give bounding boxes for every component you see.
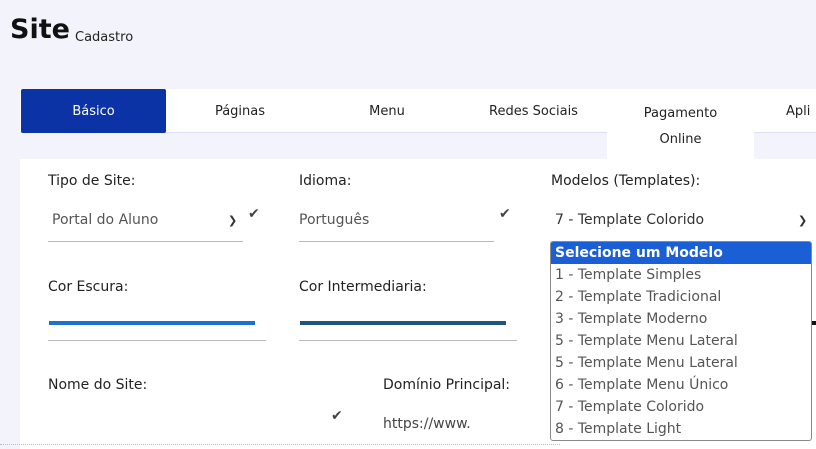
tab-menu[interactable]: Menu (314, 89, 460, 133)
tipo-site-underline (48, 241, 243, 242)
dropdown-option[interactable]: 5 - Template Menu Lateral (551, 352, 811, 374)
divider (0, 444, 560, 446)
check-icon: ✔ (331, 408, 343, 424)
cor-escura-underline (48, 340, 266, 341)
cor-intermediaria-label: Cor Intermediaria: (299, 279, 427, 295)
idioma-label: Idioma: (299, 173, 352, 189)
chevron-down-icon[interactable]: ❯ (798, 214, 807, 227)
dominio-input[interactable]: https://www. (383, 416, 471, 432)
cor-intermediaria-swatch[interactable] (300, 321, 506, 325)
cor-intermediaria-underline (299, 340, 517, 341)
dropdown-option[interactable]: 1 - Template Simples (551, 264, 811, 286)
tab-bar: Básico Páginas Menu Redes Sociais Pagame… (20, 89, 816, 159)
modelos-label: Modelos (Templates): (551, 173, 701, 189)
tipo-site-label: Tipo de Site: (48, 173, 136, 189)
nome-site-label: Nome do Site: (48, 377, 148, 393)
chevron-down-icon[interactable]: ❯ (228, 214, 237, 227)
dropdown-option[interactable]: 2 - Template Tradicional (551, 286, 811, 308)
cor-escura-label: Cor Escura: (48, 279, 129, 295)
dropdown-option[interactable]: 8 - Template Light (551, 418, 811, 440)
tab-basico[interactable]: Básico (21, 89, 166, 133)
check-icon: ✔ (499, 206, 511, 222)
template-dropdown-list[interactable]: Selecione um Modelo 1 - Template Simples… (550, 241, 812, 441)
idioma-underline (299, 241, 494, 242)
modelos-select[interactable]: 7 - Template Colorido (555, 212, 704, 228)
dropdown-option[interactable]: 7 - Template Colorido (551, 396, 811, 418)
cor-clara-swatch[interactable] (812, 321, 816, 325)
check-icon: ✔ (248, 206, 260, 222)
dropdown-option[interactable]: 3 - Template Moderno (551, 308, 811, 330)
dropdown-option[interactable]: 6 - Template Menu Único (551, 374, 811, 396)
tab-redes-sociais[interactable]: Redes Sociais (460, 89, 607, 133)
tab-aplicativo[interactable]: Apli (786, 89, 816, 133)
tab-pagamento-online[interactable]: Pagamento Online (607, 89, 754, 159)
page-title: Site (10, 14, 70, 45)
tab-paginas[interactable]: Páginas (166, 89, 314, 133)
page-subtitle: Cadastro (75, 30, 134, 45)
dominio-label: Domínio Principal: (383, 377, 511, 393)
dropdown-option[interactable]: Selecione um Modelo (551, 242, 811, 264)
dropdown-option[interactable]: 5 - Template Menu Lateral (551, 330, 811, 352)
idioma-select[interactable]: Português (299, 212, 369, 228)
cor-escura-swatch[interactable] (49, 321, 255, 325)
tipo-site-select[interactable]: Portal do Aluno (52, 212, 158, 228)
